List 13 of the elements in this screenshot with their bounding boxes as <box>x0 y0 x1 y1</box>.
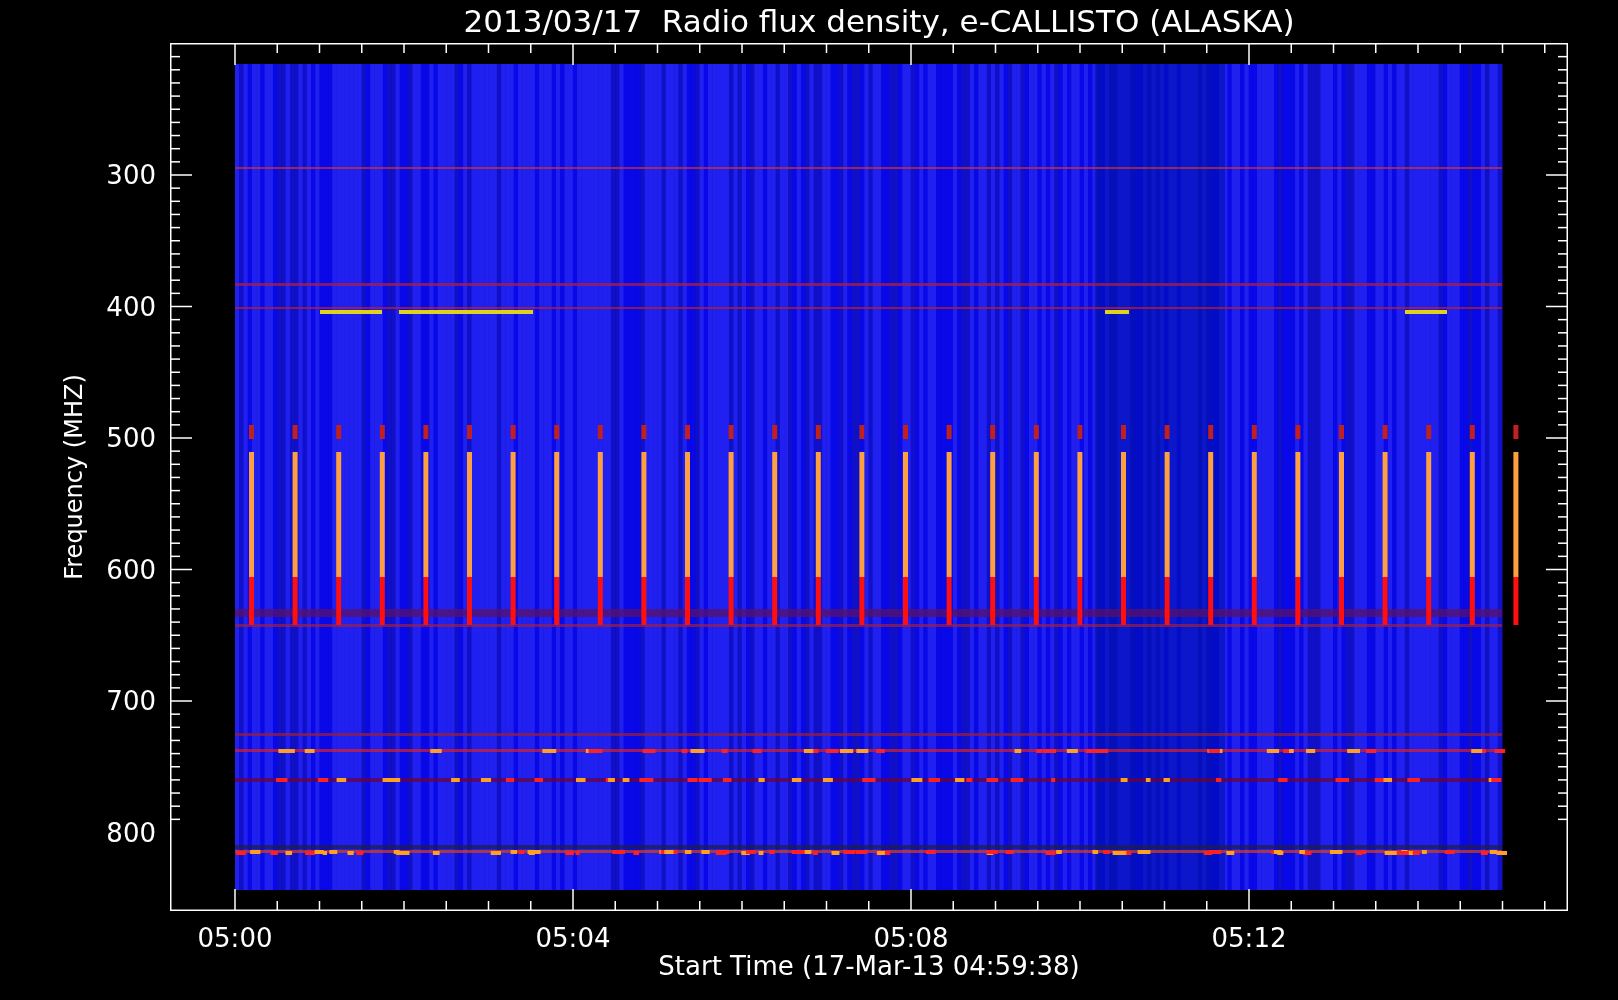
y-tick-label: 500 <box>106 425 156 451</box>
x-axis-label: Start Time (17-Mar-13 04:59:38) <box>658 953 1080 979</box>
y-tick-label: 700 <box>106 688 156 714</box>
x-tick-label: 05:04 <box>535 925 611 951</box>
chart-title: 2013/03/17 Radio flux density, e-CALLISTO (ALASKA) <box>463 6 1295 37</box>
y-axis-label: Frequency (MHZ) <box>60 374 88 580</box>
x-tick-label: 05:08 <box>873 925 949 951</box>
y-tick-label: 800 <box>106 819 156 846</box>
y-tick-label: 400 <box>106 293 156 320</box>
x-tick-label: 05:00 <box>197 925 273 951</box>
x-tick-label: 05:12 <box>1211 925 1287 951</box>
y-tick-label: 600 <box>106 556 156 583</box>
y-tick-label: 300 <box>106 162 156 188</box>
